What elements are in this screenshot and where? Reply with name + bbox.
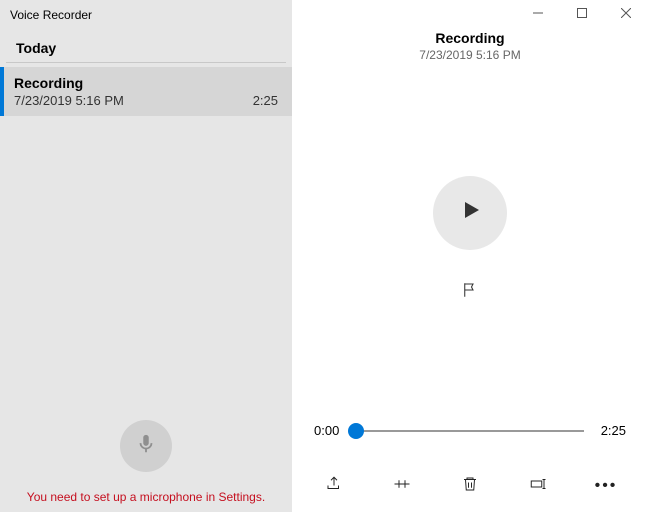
- maximize-button[interactable]: [560, 0, 604, 28]
- add-marker-button[interactable]: [453, 276, 487, 310]
- share-button[interactable]: [322, 474, 346, 498]
- more-icon: •••: [595, 483, 618, 489]
- recording-item-duration: 2:25: [253, 93, 278, 108]
- close-button[interactable]: [604, 0, 648, 28]
- record-button[interactable]: [120, 420, 172, 472]
- elapsed-time: 0:00: [314, 423, 348, 438]
- minimize-button[interactable]: [516, 0, 560, 28]
- recording-item-timestamp: 7/23/2019 5:16 PM: [14, 93, 124, 108]
- toolbar: •••: [292, 464, 648, 512]
- delete-button[interactable]: [458, 474, 482, 498]
- trim-button[interactable]: [390, 474, 414, 498]
- sidebar-section-today: Today: [6, 26, 286, 63]
- minimize-icon: [533, 7, 543, 21]
- window-controls: [292, 0, 648, 28]
- detail-timestamp: 7/23/2019 5:16 PM: [292, 48, 648, 62]
- microphone-icon: [135, 433, 157, 460]
- main-panel: Recording 7/23/2019 5:16 PM 0:00 2:25: [292, 0, 648, 512]
- rename-button[interactable]: [526, 474, 550, 498]
- detail-title: Recording: [292, 30, 648, 46]
- close-icon: [621, 7, 631, 21]
- seek-thumb[interactable]: [348, 423, 364, 439]
- microphone-warning: You need to set up a microphone in Setti…: [0, 490, 292, 504]
- trim-icon: [393, 475, 411, 498]
- flag-icon: [461, 281, 479, 304]
- play-icon: [458, 198, 482, 227]
- trash-icon: [461, 475, 479, 498]
- recording-list-item[interactable]: Recording 7/23/2019 5:16 PM 2:25: [0, 67, 292, 116]
- more-button[interactable]: •••: [594, 474, 618, 498]
- total-time: 2:25: [592, 423, 626, 438]
- sidebar: Voice Recorder Today Recording 7/23/2019…: [0, 0, 292, 512]
- rename-icon: [529, 475, 547, 498]
- play-button[interactable]: [433, 176, 507, 250]
- seek-slider[interactable]: [356, 430, 584, 432]
- app-title: Voice Recorder: [0, 0, 292, 26]
- recording-item-title: Recording: [14, 75, 278, 91]
- share-icon: [325, 475, 343, 498]
- maximize-icon: [577, 7, 587, 21]
- timeline: 0:00 2:25: [292, 423, 648, 438]
